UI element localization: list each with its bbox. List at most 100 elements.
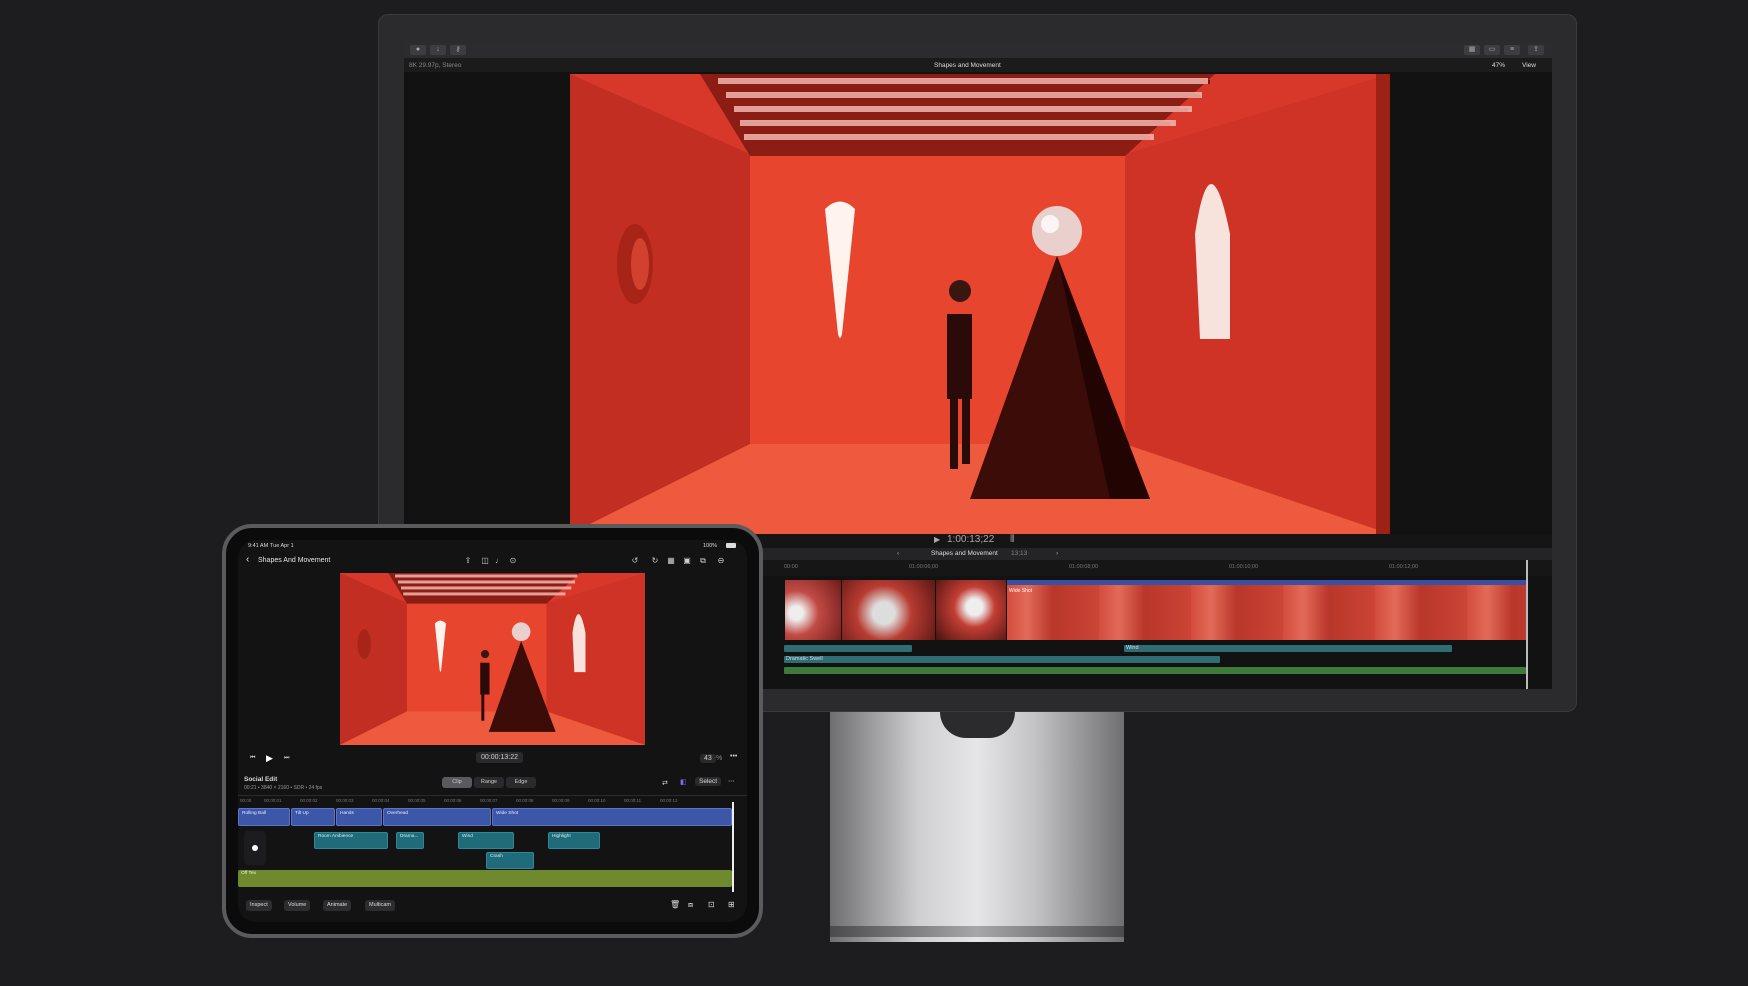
timecode-display[interactable]: 00:00:13:22 — [476, 752, 523, 763]
snapping-icon[interactable]: ◧ — [680, 778, 687, 786]
video-clip[interactable]: Hands — [336, 808, 382, 826]
audio-meter-icon: ⦀ — [1010, 534, 1015, 545]
playhead[interactable] — [1526, 560, 1528, 689]
ruler-tick: 00:00:11 — [624, 798, 642, 803]
ruler-tick: 00:00:03 — [336, 798, 354, 803]
filmstrip-icon[interactable]: ▭ — [1484, 45, 1500, 55]
share-icon[interactable]: ⇪ — [1528, 45, 1544, 55]
filmstrip-thumb — [785, 580, 842, 640]
final-cut-pro-ipad: 9:41 AM Tue Apr 1 100% ‹ Shapes And Move… — [238, 540, 747, 922]
status-bar: 9:41 AM Tue Apr 1 100% — [238, 540, 747, 551]
ruler-tick: 00:00:09 — [552, 798, 570, 803]
audio-clip[interactable]: Room Ambience — [314, 832, 388, 849]
wide-shot-clip[interactable]: Wide Shot — [1007, 580, 1526, 640]
music-clip[interactable]: Off Tex — [238, 870, 732, 887]
browser-icon[interactable]: ⧉ — [698, 556, 708, 566]
playhead[interactable] — [732, 802, 734, 892]
audio-lane-dramatic-swell[interactable]: Dramatic Swell — [784, 656, 1220, 663]
trash-icon[interactable]: 🗑 — [670, 900, 680, 909]
view-dropdown[interactable]: View — [1522, 62, 1536, 69]
share-icon[interactable]: ⇪ — [463, 556, 473, 566]
stage-scene — [570, 74, 1390, 534]
viewer-canvas — [340, 573, 645, 745]
audio-clip[interactable]: Highlight — [548, 832, 600, 849]
audio-lane[interactable] — [784, 645, 912, 652]
animate-button[interactable]: Animate — [323, 900, 352, 911]
multicam-button[interactable]: Multicam — [365, 900, 396, 911]
timeline-ruler: 00:00 00:00:01 00:00:02 00:00:03 00:00:0… — [238, 795, 747, 805]
video-clip[interactable]: Overhead — [383, 808, 491, 826]
volume-button[interactable]: Volume — [284, 900, 311, 911]
split-icon[interactable]: ⧈ — [688, 900, 693, 910]
audio-clip[interactable]: Drama... — [396, 832, 424, 849]
audio-record-widget[interactable] — [244, 831, 266, 865]
bottom-toolbar: Inspect Volume Animate Multicam 🗑 ⧈ ⊡ ⊞ — [238, 897, 747, 915]
zoom-unit: % — [716, 755, 723, 762]
back-arrow-icon[interactable]: ‹ — [897, 550, 899, 557]
segment-clip[interactable]: Clip — [442, 777, 472, 788]
music-lane[interactable] — [784, 667, 1526, 674]
timeline-name: Social Edit — [244, 776, 278, 783]
forward-arrow-icon[interactable]: › — [1056, 550, 1058, 557]
redo-icon[interactable]: ↻ — [650, 556, 660, 566]
fullscreen-icon[interactable]: ⊞ — [728, 900, 735, 909]
more-icon[interactable]: ⊖ — [716, 556, 726, 566]
tower-base — [830, 926, 1124, 937]
ruler-tick: 01:00:08;00 — [1069, 564, 1099, 570]
audio-clip[interactable]: Wind — [458, 832, 514, 849]
project-title[interactable]: Shapes And Movement — [258, 557, 330, 564]
photos-icon[interactable]: ▣ — [682, 556, 692, 566]
zoom-value[interactable]: 43 — [700, 754, 716, 763]
timeline-more-icon[interactable]: ⋯ — [728, 777, 735, 785]
video-clip[interactable]: Wide Shot — [492, 808, 732, 826]
video-clip[interactable]: Tilt Up — [291, 808, 335, 826]
segment-edge[interactable]: Edge — [506, 777, 536, 788]
voiceover-icon[interactable]: ⊙ — [508, 556, 518, 566]
skip-forward-icon[interactable]: ⏭ — [284, 755, 289, 762]
ruler-tick: 00:00:01 — [264, 798, 282, 803]
detach-icon[interactable]: ⊡ — [708, 900, 715, 909]
play-icon[interactable]: ▶ — [266, 753, 273, 764]
grid-icon[interactable]: ▦ — [1464, 45, 1480, 55]
key-icon[interactable]: ⚷ — [450, 45, 466, 55]
audio-lane-wind[interactable]: Wind — [1124, 645, 1452, 652]
camera-icon[interactable]: ◫ — [480, 556, 490, 566]
timeline-project-name[interactable]: Shapes and Movement — [931, 550, 998, 557]
sliders-icon[interactable]: ≡ — [1504, 45, 1520, 55]
viewer-canvas — [570, 74, 1390, 534]
mac-pro-tower — [830, 712, 1124, 942]
ruler-tick: 00:00 — [240, 798, 252, 803]
audio-clip[interactable]: Crash — [486, 852, 534, 869]
import-icon[interactable]: ↓ — [430, 45, 446, 55]
undo-icon[interactable]: ↺ — [630, 556, 640, 566]
battery-percent: 100% — [703, 543, 718, 549]
ruler-tick: 00:00:04 — [372, 798, 390, 803]
stage-scene — [340, 573, 645, 745]
back-chevron-icon[interactable]: ‹ — [246, 554, 249, 565]
timecode-display[interactable]: 1:00:13;22 — [947, 534, 994, 545]
link-icon[interactable]: ⇄ — [662, 779, 668, 787]
timeline-meta: 00:21 • 3840 × 2160 • SDR • 24 fps — [244, 785, 323, 791]
timeline-duration: 13;13 — [1011, 550, 1028, 557]
skip-back-icon[interactable]: ⏮ — [250, 755, 255, 762]
play-icon[interactable]: ▶ — [934, 535, 940, 544]
zoom-dropdown[interactable]: 47% — [1492, 62, 1505, 69]
status-time: 9:41 AM — [248, 543, 269, 549]
more-options-icon[interactable]: ••• — [730, 753, 737, 760]
format-label: 8K 29.97p, Stereo — [409, 62, 462, 69]
nav-bar: ‹ Shapes And Movement ⇪ ◫ ♩ ⊙ ↺ ↻ ▦ ▣ ⧉ … — [238, 551, 747, 571]
record-dot-icon — [252, 845, 258, 851]
record-icon[interactable]: ● — [410, 45, 426, 55]
ruler-tick: 00:00:10 — [588, 798, 606, 803]
playback-controls: ⏮ ▶ ⏭ 00:00:13:22 43 % ••• — [238, 749, 747, 769]
video-clip[interactable]: Rolling Ball — [238, 808, 290, 826]
battery-icon — [726, 543, 736, 548]
toolbar: ● ↓ ⚷ ▦ ▭ ≡ ⇪ — [404, 42, 1552, 59]
select-button[interactable]: Select — [695, 777, 722, 786]
microphone-icon[interactable]: ♩ — [494, 556, 504, 566]
effects-icon[interactable]: ▦ — [666, 556, 676, 566]
inspect-button[interactable]: Inspect — [246, 900, 272, 911]
ruler-tick: 00:00:12 — [660, 798, 678, 803]
segment-range[interactable]: Range — [474, 777, 504, 788]
ruler-tick: 01:00:12;00 — [1389, 564, 1419, 570]
